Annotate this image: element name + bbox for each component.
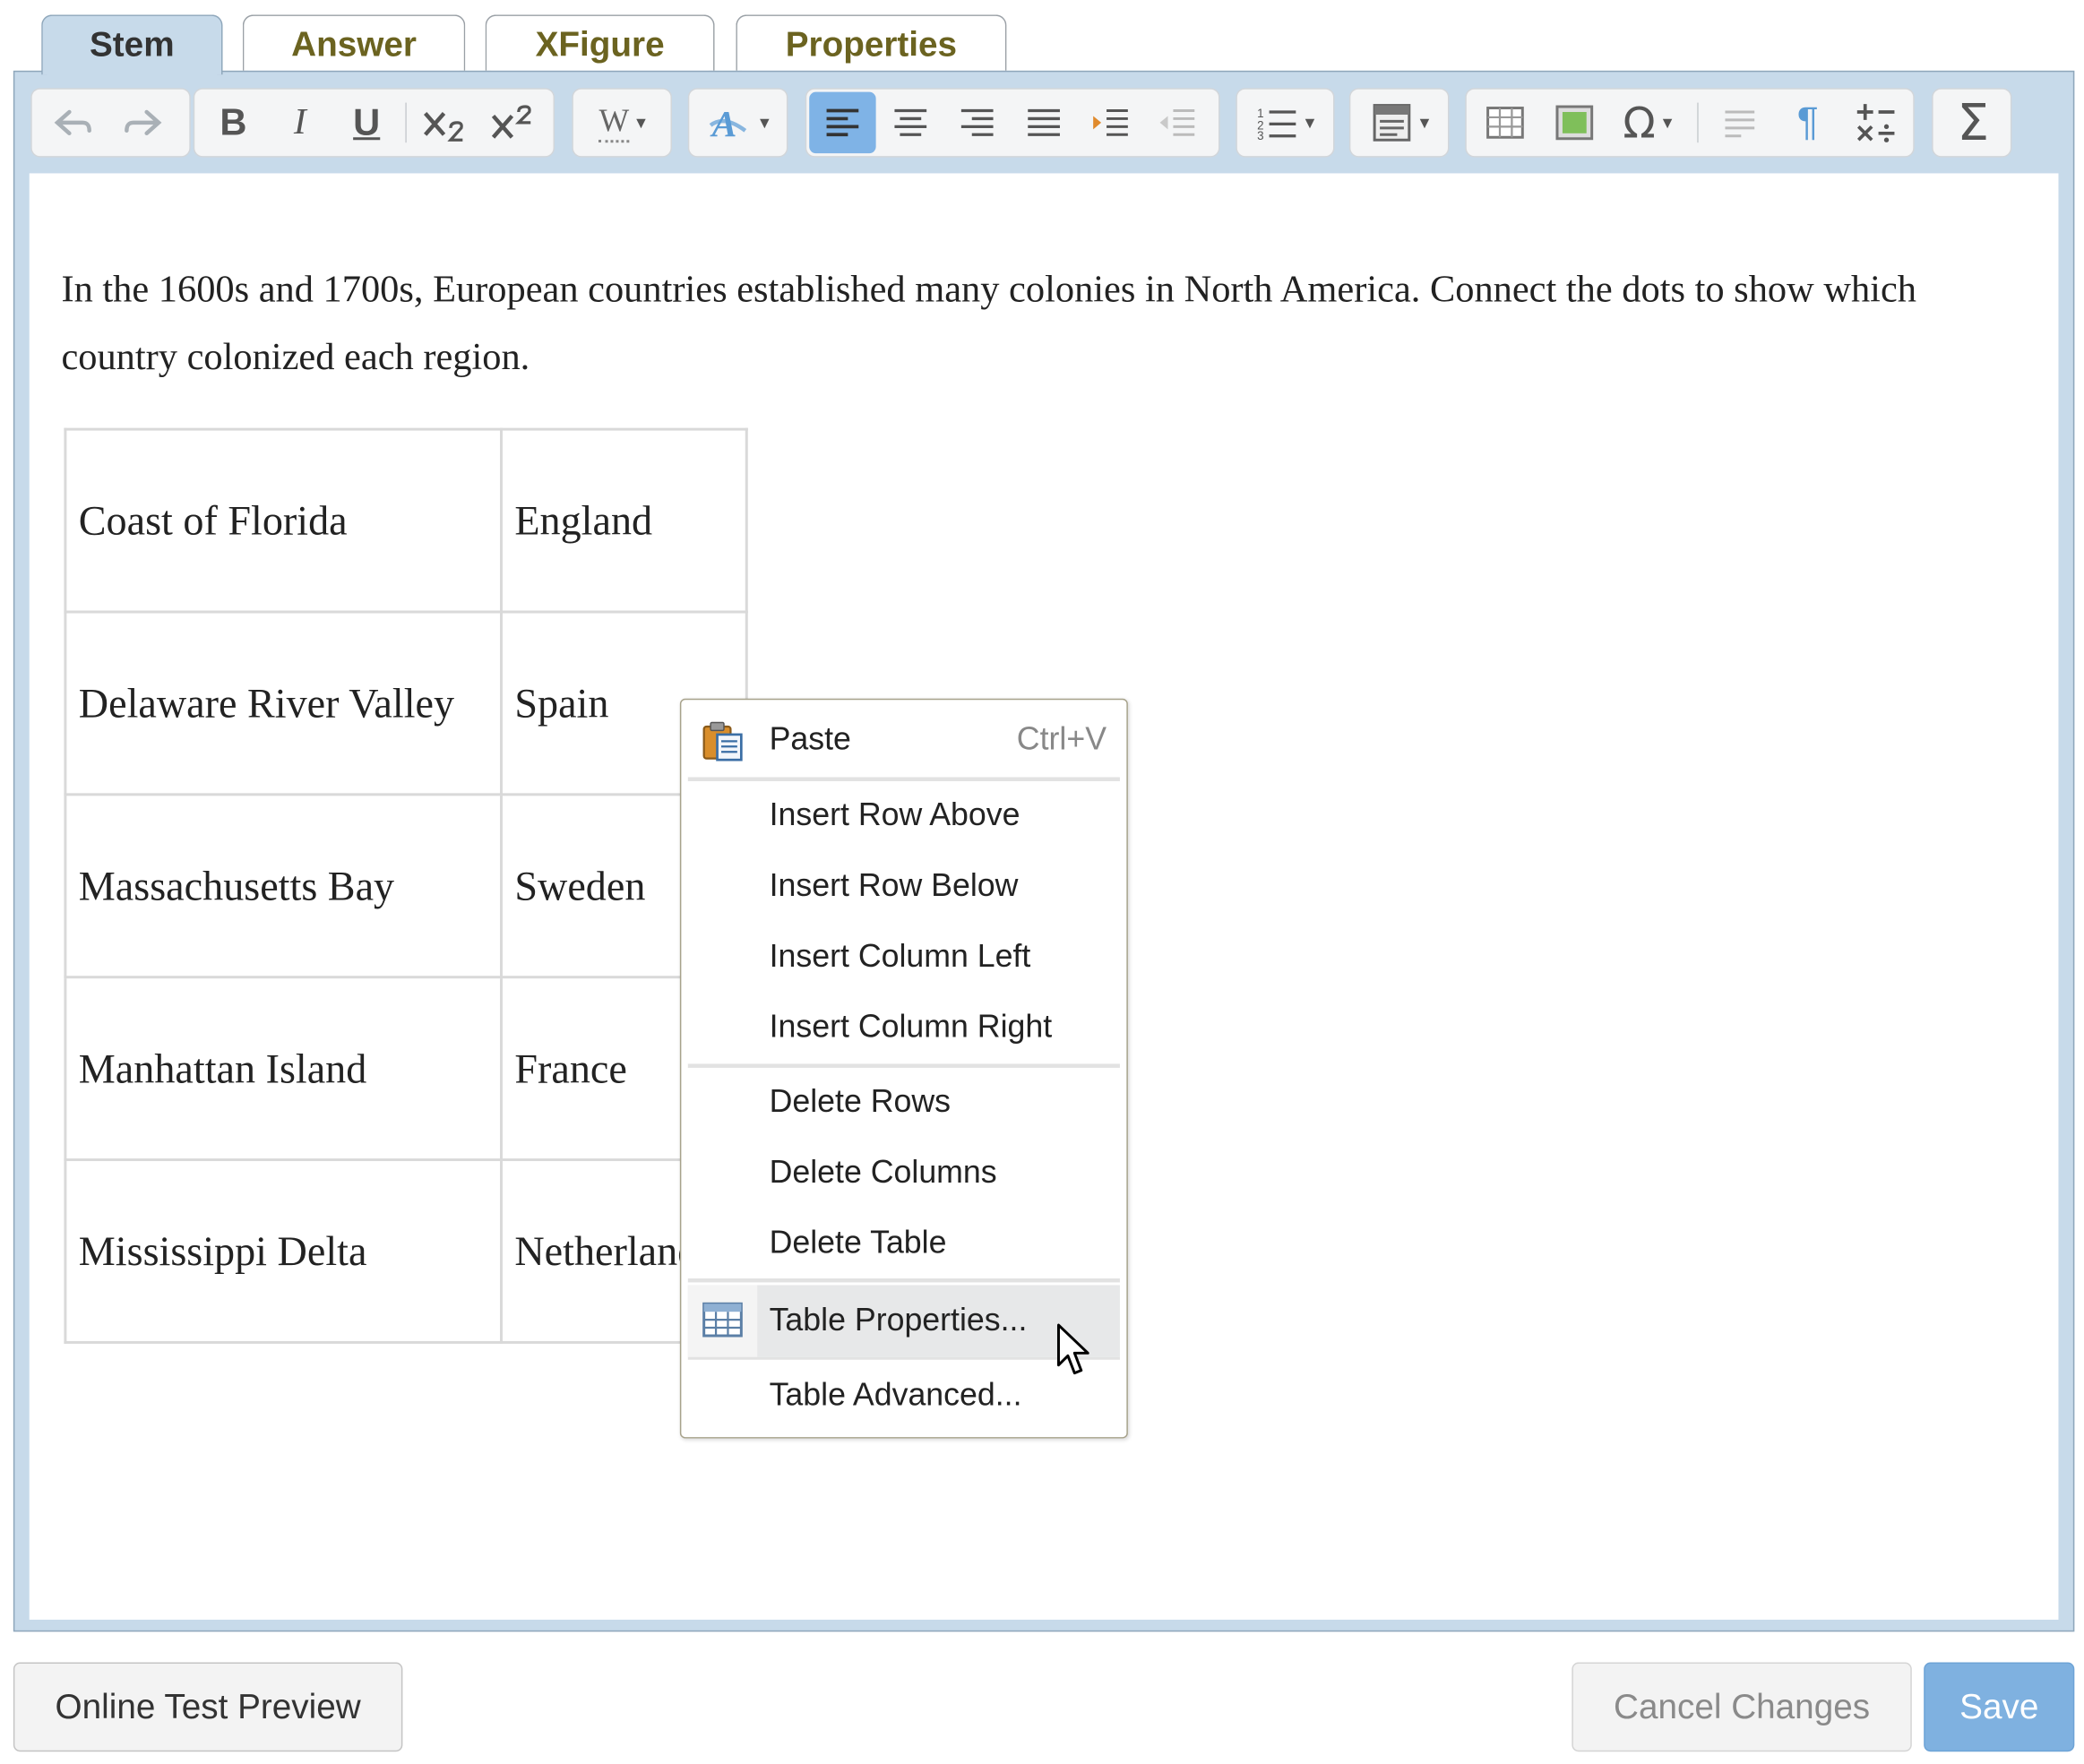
toolbar-group-format: B I U — [193, 88, 555, 158]
table-cell[interactable]: Delaware River Valley — [64, 610, 503, 796]
italic-button[interactable]: I — [267, 90, 333, 156]
online-test-preview-button[interactable]: Online Test Preview — [13, 1662, 403, 1752]
menu-label: Paste — [769, 721, 851, 758]
align-justify-icon[interactable] — [1011, 90, 1077, 156]
special-char-dropdown[interactable]: Ω ▼ — [1608, 90, 1691, 156]
box-style-dropdown[interactable]: ▼ — [1358, 90, 1443, 156]
redo-icon[interactable] — [109, 90, 176, 156]
bold-button[interactable]: B — [200, 90, 266, 156]
equation-sigma-icon[interactable]: Σ — [1939, 90, 2008, 156]
toolbar-group-history — [30, 88, 191, 158]
image-icon[interactable] — [1541, 90, 1607, 156]
chevron-down-icon: ▼ — [756, 113, 773, 133]
table-row: Coast of Florida England — [64, 427, 748, 614]
menu-label: Insert Column Right — [769, 1009, 1053, 1045]
tab-answer[interactable]: Answer — [242, 14, 466, 71]
menu-label: Delete Columns — [769, 1154, 997, 1191]
toolbar-group-box: ▼ — [1348, 88, 1450, 158]
stem-paragraph[interactable]: In the 1600s and 1700s, European countri… — [61, 256, 2020, 392]
table-cell[interactable]: Massachusetts Bay — [64, 793, 503, 979]
font-color-dropdown[interactable]: A ▼ — [697, 90, 782, 156]
font-color-icon: A — [709, 104, 746, 144]
tab-stem[interactable]: Stem — [41, 14, 223, 75]
menu-item-paste[interactable]: Paste Ctrl+V — [688, 707, 1120, 773]
editor-stage: Stem Answer XFigure Properties B I U W ▼… — [0, 0, 2084, 1764]
mouse-cursor-icon — [1055, 1322, 1093, 1385]
menu-label: Delete Table — [769, 1225, 947, 1261]
chevron-down-icon: ▼ — [1659, 113, 1675, 133]
outdent-icon[interactable] — [1144, 90, 1210, 156]
menu-divider — [687, 777, 1120, 781]
numbered-list-icon: 123 — [1257, 107, 1296, 142]
table-row: Mississippi Delta Netherlands — [64, 1158, 748, 1344]
subscript-icon[interactable] — [412, 90, 478, 156]
menu-label: Insert Row Above — [769, 796, 1020, 833]
toolbar-group-color: A ▼ — [687, 88, 788, 158]
menu-divider — [687, 1278, 1120, 1283]
paste-icon — [702, 720, 747, 763]
menu-item-insert-column-left[interactable]: Insert Column Left — [688, 924, 1120, 990]
svg-text:3: 3 — [1257, 129, 1263, 141]
toolbar-group-insert: Ω ▼ ¶ — [1465, 88, 1915, 158]
table-cell[interactable]: England — [500, 427, 748, 614]
underline-button[interactable]: U — [333, 90, 400, 156]
menu-item-delete-columns[interactable]: Delete Columns — [688, 1140, 1120, 1206]
tab-xfigure[interactable]: XFigure — [485, 14, 715, 71]
chevron-down-icon: ▼ — [1417, 113, 1433, 133]
word-style-label: W — [599, 103, 630, 142]
menu-label: Insert Column Left — [769, 938, 1031, 975]
tab-properties[interactable]: Properties — [736, 14, 1007, 71]
menu-label: Delete Rows — [769, 1083, 952, 1120]
align-right-icon[interactable] — [944, 90, 1011, 156]
align-left-icon[interactable] — [809, 91, 876, 154]
pilcrow-icon[interactable]: ¶ — [1775, 90, 1841, 156]
cancel-changes-button[interactable]: Cancel Changes — [1572, 1662, 1912, 1752]
math-operators-icon[interactable] — [1842, 90, 1908, 156]
table-cell[interactable]: Coast of Florida — [64, 427, 503, 614]
omega-icon: Ω — [1623, 97, 1656, 149]
save-button[interactable]: Save — [1924, 1662, 2075, 1752]
word-style-dropdown[interactable]: W ▼ — [581, 90, 667, 156]
toolbar-group-list: 1 2 3 ▼ — [1236, 88, 1335, 158]
menu-item-delete-rows[interactable]: Delete Rows — [688, 1069, 1120, 1135]
menu-item-insert-row-below[interactable]: Insert Row Below — [688, 853, 1120, 919]
undo-icon[interactable] — [40, 90, 107, 156]
align-center-icon[interactable] — [877, 90, 943, 156]
table-row: Massachusetts Bay Sweden — [64, 793, 748, 979]
menu-label: Table Properties... — [769, 1302, 1028, 1338]
table-icon[interactable] — [1472, 90, 1538, 156]
colony-table[interactable]: Coast of Florida England Delaware River … — [64, 427, 748, 1344]
table-cell[interactable]: Manhattan Island — [64, 976, 503, 1162]
table-row: Manhattan Island France — [64, 976, 748, 1162]
toolbar-group-equation: Σ — [1932, 88, 2012, 158]
menu-shortcut: Ctrl+V — [1016, 721, 1107, 758]
menu-item-delete-table[interactable]: Delete Table — [688, 1210, 1120, 1277]
menu-item-insert-row-above[interactable]: Insert Row Above — [688, 782, 1120, 848]
paragraph-format-icon[interactable] — [1707, 90, 1773, 156]
toolbar-group-align — [805, 88, 1220, 158]
table-properties-icon — [702, 1301, 747, 1344]
menu-label: Table Advanced... — [769, 1377, 1022, 1414]
editor-toolbar: B I U W ▼ A ▼ 1 2 3 ▼ ▼ Ω ▼ ¶ Σ — [14, 72, 2072, 173]
box-style-icon — [1372, 104, 1410, 142]
toolbar-group-style: W ▼ — [572, 88, 672, 158]
menu-item-insert-column-right[interactable]: Insert Column Right — [688, 994, 1120, 1061]
indent-icon[interactable] — [1077, 90, 1143, 156]
chevron-down-icon: ▼ — [633, 113, 650, 133]
superscript-icon[interactable] — [480, 90, 547, 156]
menu-label: Insert Row Below — [769, 867, 1019, 904]
table-row: Delaware River Valley Spain — [64, 610, 748, 796]
menu-divider — [687, 1063, 1120, 1068]
table-cell[interactable]: Mississippi Delta — [64, 1158, 503, 1344]
chevron-down-icon: ▼ — [1302, 113, 1318, 133]
numbered-list-dropdown[interactable]: 1 2 3 ▼ — [1245, 90, 1328, 156]
